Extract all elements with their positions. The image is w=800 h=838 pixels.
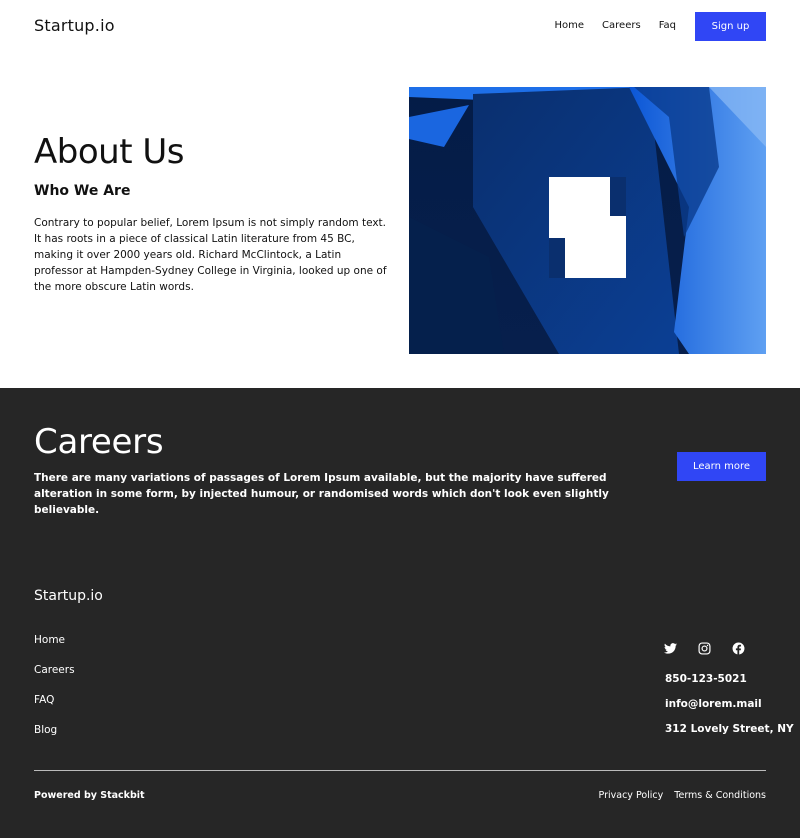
legal-links: Privacy Policy Terms & Conditions (599, 790, 766, 801)
instagram-icon[interactable] (698, 642, 711, 655)
careers-text: There are many variations of passages of… (34, 472, 609, 516)
nav-careers[interactable]: Careers (602, 20, 641, 31)
hero-image (409, 87, 766, 354)
nav-faq[interactable]: Faq (659, 20, 676, 31)
contact-phone[interactable]: 850-123-5021 (665, 673, 794, 698)
footer-link-blog[interactable]: Blog (34, 724, 75, 754)
signup-button[interactable]: Sign up (695, 12, 766, 41)
footer-links: Home Careers FAQ Blog (34, 634, 75, 754)
facebook-icon[interactable] (732, 642, 745, 655)
privacy-policy-link[interactable]: Privacy Policy (599, 790, 664, 801)
learn-more-button[interactable]: Learn more (677, 452, 766, 481)
site-header: Startup.io Home Careers Faq Sign up (0, 0, 800, 52)
footer-link-home[interactable]: Home (34, 634, 75, 664)
contact-email[interactable]: info@lorem.mail (665, 698, 794, 723)
footer-logo[interactable]: Startup.io (34, 588, 103, 604)
hero-graphic (409, 87, 766, 354)
footer-divider (34, 770, 766, 771)
terms-link[interactable]: Terms & Conditions (674, 790, 766, 801)
about-subtitle: Who We Are (34, 183, 131, 199)
about-text: Contrary to popular belief, Lorem Ipsum … (34, 217, 387, 293)
main-nav: Home Careers Faq (555, 20, 676, 31)
twitter-icon[interactable] (664, 642, 677, 655)
about-section: About Us Who We Are Contrary to popular … (0, 52, 800, 388)
social-links (664, 642, 745, 655)
contact-address: 312 Lovely Street, NY (665, 723, 794, 735)
careers-title: Careers (34, 422, 164, 462)
nav-home[interactable]: Home (555, 20, 585, 31)
footer-link-faq[interactable]: FAQ (34, 694, 75, 724)
about-title: About Us (34, 132, 184, 172)
powered-by[interactable]: Powered by Stackbit (34, 790, 145, 801)
dark-section: Careers There are many variations of pas… (0, 388, 800, 838)
site-logo[interactable]: Startup.io (34, 16, 115, 35)
contact-info: 850-123-5021 info@lorem.mail 312 Lovely … (665, 673, 794, 748)
footer-link-careers[interactable]: Careers (34, 664, 75, 694)
